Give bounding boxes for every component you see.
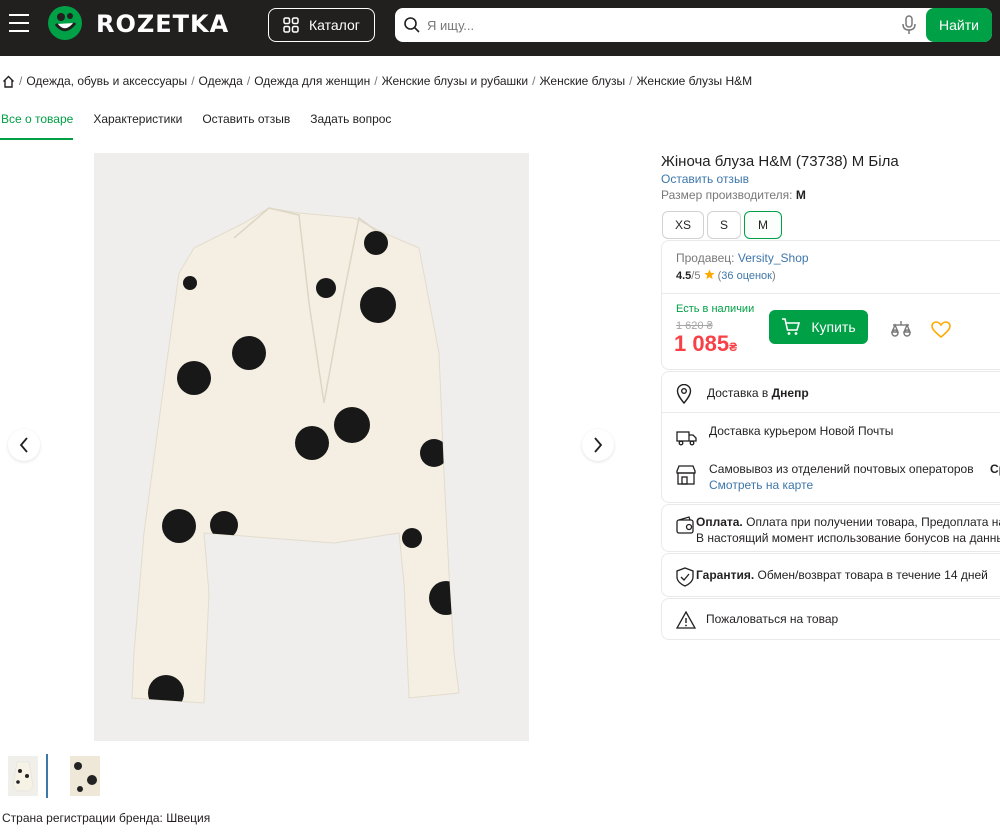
search-input[interactable] xyxy=(427,14,887,36)
buy-label: Купить xyxy=(811,319,856,335)
microphone-icon[interactable] xyxy=(901,15,917,35)
search-bar: Найти xyxy=(395,8,992,42)
breadcrumb-item[interactable]: Женские блузы H&M xyxy=(636,74,752,88)
size-label-text: Размер производителя: xyxy=(661,188,793,202)
breadcrumb-separator: / xyxy=(374,74,378,88)
search-icon xyxy=(404,17,420,33)
size-label: Размер производителя: M xyxy=(661,188,806,202)
rozetka-logo-icon[interactable] xyxy=(48,6,82,40)
rating-value: 4.5 xyxy=(676,270,692,282)
tab-ask-question[interactable]: Задать вопрос xyxy=(310,112,391,140)
payment-title: Оплата. xyxy=(696,515,743,529)
guarantee-title: Гарантия. xyxy=(696,568,755,582)
courier-delivery: Доставка курьером Новой Почты xyxy=(709,424,894,438)
size-option-s[interactable]: S xyxy=(707,211,741,239)
catalog-label: Каталог xyxy=(309,17,360,33)
thumbnail-image[interactable] xyxy=(8,756,38,796)
payment-text: Оплата при получении товара, Предоплата … xyxy=(746,515,1000,529)
cart-icon xyxy=(782,318,801,335)
thumbnail-selected-indicator xyxy=(46,754,48,798)
card-divider xyxy=(662,412,1000,413)
product-title: Жіноча блуза H&M (73738) M Біла xyxy=(661,153,899,170)
wallet-icon xyxy=(676,516,694,534)
breadcrumb-separator: / xyxy=(532,74,536,88)
delivery-card: Доставка в Днепр Доставка курьером Новой… xyxy=(661,371,1000,503)
breadcrumb-separator: / xyxy=(191,74,195,88)
catalog-button[interactable]: Каталог xyxy=(268,8,375,42)
delivery-city-value[interactable]: Днепр xyxy=(772,386,809,400)
breadcrumb-item[interactable]: Одежда, обувь и аксессуары xyxy=(26,74,187,88)
current-price: 1 085₴ xyxy=(674,331,737,357)
breadcrumb-separator: / xyxy=(629,74,633,88)
size-selector: XS S M xyxy=(662,211,782,239)
search-submit-button[interactable]: Найти xyxy=(926,8,992,42)
top-header: ROZETKA Каталог Найти xyxy=(0,0,1000,56)
truck-icon xyxy=(676,431,697,446)
seller-rating: 4.5/5 (36 оценок) xyxy=(676,269,776,282)
breadcrumb-item[interactable]: Женские блузы xyxy=(539,74,625,88)
home-icon[interactable] xyxy=(2,75,15,88)
payment-card: Оплата. Оплата при получении товара, Пре… xyxy=(661,504,1000,552)
breadcrumb-item[interactable]: Одежда xyxy=(199,74,243,88)
compare-icon[interactable] xyxy=(890,319,912,339)
reviews-count-link[interactable]: 36 оценок xyxy=(721,270,772,282)
tab-characteristics[interactable]: Характеристики xyxy=(93,112,182,140)
guarantee-text: Обмен/возврат товара в течение 14 дней xyxy=(757,568,988,582)
payment-line-2: В настоящий момент использование бонусов… xyxy=(696,531,1000,545)
chevron-left-icon xyxy=(19,437,28,453)
leave-review-link[interactable]: Оставить отзыв xyxy=(661,172,749,186)
previous-image-button[interactable] xyxy=(8,429,40,461)
delivery-label: Доставка в xyxy=(707,386,769,400)
complaint-link[interactable]: Пожаловаться на товар xyxy=(706,612,838,626)
close-paren: ) xyxy=(772,270,776,282)
warning-icon xyxy=(676,611,696,629)
breadcrumb-separator: / xyxy=(19,74,23,88)
pickup-option: Самовывоз из отделений почтовых оператор… xyxy=(709,462,974,476)
store-icon xyxy=(676,465,696,485)
price-currency: ₴ xyxy=(729,340,738,354)
seller-price-card: Продавец: Versity_Shop 4.5/5 (36 оценок)… xyxy=(661,240,1000,370)
menu-icon[interactable] xyxy=(9,14,29,32)
size-option-xs[interactable]: XS xyxy=(662,211,704,239)
stock-status: Есть в наличии xyxy=(676,303,755,315)
map-link[interactable]: Смотреть на карте xyxy=(709,478,813,492)
breadcrumb-item[interactable]: Одежда для женщин xyxy=(254,74,370,88)
pickup-extra: Ср xyxy=(990,462,1000,476)
brand-country: Страна регистрации бренда: Швеция xyxy=(2,811,211,825)
tab-all-about[interactable]: Все о товаре xyxy=(0,112,74,140)
price-value: 1 085 xyxy=(674,331,730,356)
rating-scale: /5 xyxy=(691,270,701,282)
grid-icon xyxy=(283,17,299,33)
seller-name-link[interactable]: Versity_Shop xyxy=(738,251,809,265)
thumbnail-image[interactable] xyxy=(70,756,100,796)
guarantee-line: Гарантия. Обмен/возврат товара в течение… xyxy=(696,568,988,582)
price-block: Есть в наличии 1 620 ₴ 1 085₴ Купить xyxy=(662,293,1000,371)
heart-icon[interactable] xyxy=(931,321,951,339)
buy-button[interactable]: Купить xyxy=(769,310,868,344)
next-image-button[interactable] xyxy=(582,429,614,461)
guarantee-card: Гарантия. Обмен/возврат товара в течение… xyxy=(661,553,1000,597)
star-icon xyxy=(704,269,715,280)
chevron-right-icon xyxy=(594,437,603,453)
logo-text[interactable]: ROZETKA xyxy=(96,10,229,38)
seller-line: Продавец: Versity_Shop xyxy=(676,251,809,265)
complaint-card[interactable]: Пожаловаться на товар xyxy=(661,598,1000,640)
product-tabs: Все о товаре Характеристики Оставить отз… xyxy=(0,112,391,140)
size-label-value: M xyxy=(795,188,806,202)
shield-check-icon xyxy=(676,567,694,587)
breadcrumb-item[interactable]: Женские блузы и рубашки xyxy=(382,74,529,88)
payment-line-1: Оплата. Оплата при получении товара, Пре… xyxy=(696,515,1000,529)
location-pin-icon xyxy=(676,384,692,404)
tab-leave-review[interactable]: Оставить отзыв xyxy=(202,112,290,140)
product-photo[interactable] xyxy=(94,153,529,741)
seller-label: Продавец: xyxy=(676,251,735,265)
breadcrumb: / Одежда, обувь и аксессуары / Одежда / … xyxy=(2,74,752,88)
breadcrumb-separator: / xyxy=(246,74,251,88)
size-option-m[interactable]: M xyxy=(744,211,782,239)
delivery-city: Доставка в Днепр xyxy=(707,386,809,400)
